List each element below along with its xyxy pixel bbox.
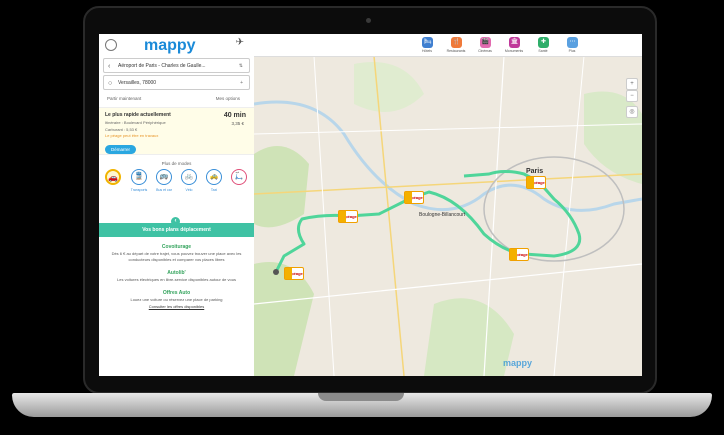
sign-stripe bbox=[285, 268, 292, 279]
mode-taxi-icon[interactable]: 🚕 bbox=[206, 169, 222, 185]
sign-stripe bbox=[510, 249, 517, 260]
section-text: Dès 6 € au départ de votre trajet, vous … bbox=[111, 251, 242, 262]
category-hotels-icon[interactable]: 🛏 bbox=[422, 37, 433, 48]
mode-bike-label: Vélo bbox=[185, 188, 193, 192]
category-monuments-icon[interactable]: 🏛 bbox=[509, 37, 520, 48]
district-label: Boulogne-Billancourt bbox=[419, 212, 466, 218]
section-title: Offres Auto bbox=[162, 290, 191, 296]
from-field[interactable]: ‹ Aéroport de Paris - Charles de Gaulle.… bbox=[103, 58, 250, 73]
category-cinemas-icon[interactable]: 🎬 bbox=[480, 37, 491, 48]
road bbox=[254, 263, 642, 305]
panel-header: mappy ✈ bbox=[99, 34, 254, 56]
depart-now-option[interactable]: Partir maintenant bbox=[107, 96, 141, 101]
category-restaurants-icon[interactable]: 🍴 bbox=[451, 37, 462, 48]
seine-river bbox=[254, 100, 642, 212]
add-stop-icon[interactable]: + bbox=[240, 76, 243, 91]
park-area bbox=[424, 298, 514, 376]
result-route-line: Itinéraire : Boulevard Périphérique bbox=[105, 120, 166, 125]
sign-stripe bbox=[405, 192, 412, 203]
category-restaurants-label: Restaurants bbox=[446, 49, 466, 53]
mode-bus-icon[interactable]: 🚌 bbox=[156, 169, 172, 185]
category-more-icon[interactable]: ⋯ bbox=[567, 37, 578, 48]
back-arrow-icon[interactable]: ‹ bbox=[108, 59, 110, 74]
map-view[interactable]: 🛏 Hôtels 🍴 Restaurants 🎬 Cinémas 🏛 Monum… bbox=[254, 34, 642, 376]
category-monuments-label: Monuments bbox=[504, 49, 524, 53]
deals-banner[interactable]: ‹ Vos bons plans déplacement bbox=[99, 217, 254, 237]
mode-taxi-label: Taxi bbox=[210, 188, 218, 192]
road bbox=[254, 123, 642, 135]
category-health-icon[interactable]: ✚ bbox=[538, 37, 549, 48]
sidebar-panel: mappy ✈ ‹ Aéroport de Paris - Charles de… bbox=[99, 34, 255, 376]
toll-sign[interactable]: péage bbox=[284, 267, 304, 280]
map-canvas bbox=[254, 55, 642, 376]
section-title: Covoiturage bbox=[161, 244, 192, 250]
section-text: Les voitures électriques en libre-servic… bbox=[117, 277, 236, 282]
result-time: 40 min bbox=[223, 112, 246, 119]
from-value: Aéroport de Paris - Charles de Gaulle... bbox=[118, 63, 206, 69]
result-alert: Le péage peut être en travaux bbox=[105, 133, 159, 138]
start-button[interactable]: Démarrer bbox=[105, 145, 137, 154]
origin-pin bbox=[273, 269, 279, 275]
laptop-notch bbox=[318, 393, 404, 401]
app-logo[interactable]: mappy bbox=[144, 37, 196, 55]
options-row: Partir maintenant Mes options bbox=[99, 92, 254, 104]
category-health-label: Santé bbox=[538, 49, 548, 53]
mode-scooter-icon[interactable]: 🛴 bbox=[231, 169, 247, 185]
to-field[interactable]: ○ Versailles, 78000 + bbox=[103, 75, 250, 90]
camera-dot bbox=[366, 18, 371, 23]
section-text: Louez une voiture ou réservez une place … bbox=[130, 297, 223, 302]
map-brand: mappy bbox=[502, 358, 532, 368]
zoom-out-button[interactable]: − bbox=[626, 90, 638, 102]
mode-car-icon[interactable]: 🚗 bbox=[105, 169, 121, 185]
chevron-down-icon[interactable]: ‹ bbox=[171, 217, 180, 226]
category-cinemas-label: Cinémas bbox=[478, 49, 492, 53]
deal-section-auto: Offres Auto Louez une voiture ou réserve… bbox=[99, 290, 254, 309]
logo-text: mappy bbox=[144, 37, 196, 54]
mode-bus-label: Bus et car bbox=[156, 188, 172, 192]
road bbox=[254, 173, 642, 195]
transport-modes: 🚗 🚆 Transports 🚌 Bus et car 🚲 Vélo 🚕 Tax… bbox=[99, 169, 254, 205]
deal-section-autolib: Autolib' Les voitures électriques en lib… bbox=[99, 270, 254, 283]
category-hotels-label: Hôtels bbox=[422, 49, 432, 53]
sign-stripe bbox=[339, 211, 346, 222]
zoom-in-button[interactable]: + bbox=[626, 78, 638, 90]
to-value: Versailles, 78000 bbox=[118, 80, 157, 86]
park-area bbox=[254, 146, 309, 228]
toll-sign[interactable]: péage bbox=[404, 191, 424, 204]
toll-sign[interactable]: péage bbox=[526, 176, 546, 189]
city-label-paris: Paris bbox=[526, 168, 544, 175]
user-icon[interactable] bbox=[105, 39, 117, 51]
route-result-card[interactable]: Le plus rapide actuellement 40 min 3,35 … bbox=[99, 107, 254, 155]
category-more-label: Plus bbox=[568, 49, 576, 53]
sign-stripe bbox=[527, 177, 534, 188]
deal-section-carpool: Covoiturage Dès 6 € au départ de votre t… bbox=[99, 244, 254, 263]
pin-icon: ○ bbox=[108, 80, 113, 87]
section-title: Autolib' bbox=[167, 270, 186, 276]
my-options-link[interactable]: Mes options bbox=[216, 96, 240, 101]
locate-icon[interactable]: ◎ bbox=[626, 106, 638, 118]
mode-train-icon[interactable]: 🚆 bbox=[131, 169, 147, 185]
swap-icon[interactable]: ⇅ bbox=[239, 59, 243, 74]
result-fuel-line: Carburant : 5,53 € bbox=[105, 127, 138, 132]
banner-text: Vos bons plans déplacement bbox=[142, 227, 211, 233]
screen: mappy ✈ ‹ Aéroport de Paris - Charles de… bbox=[99, 34, 642, 376]
mode-train-label: Transports bbox=[130, 188, 148, 192]
park-area bbox=[354, 62, 424, 112]
result-cost: 3,35 € bbox=[231, 121, 244, 126]
mode-bike-icon[interactable]: 🚲 bbox=[181, 169, 197, 185]
toll-sign[interactable]: péage bbox=[509, 248, 529, 261]
section-link[interactable]: Consulter les offres disponibles bbox=[99, 304, 254, 309]
toll-sign[interactable]: péage bbox=[338, 210, 358, 223]
modes-title: Plus de modes bbox=[161, 161, 192, 166]
airplane-icon[interactable]: ✈ bbox=[236, 37, 244, 48]
category-bar: 🛏 Hôtels 🍴 Restaurants 🎬 Cinémas 🏛 Monum… bbox=[254, 34, 642, 57]
